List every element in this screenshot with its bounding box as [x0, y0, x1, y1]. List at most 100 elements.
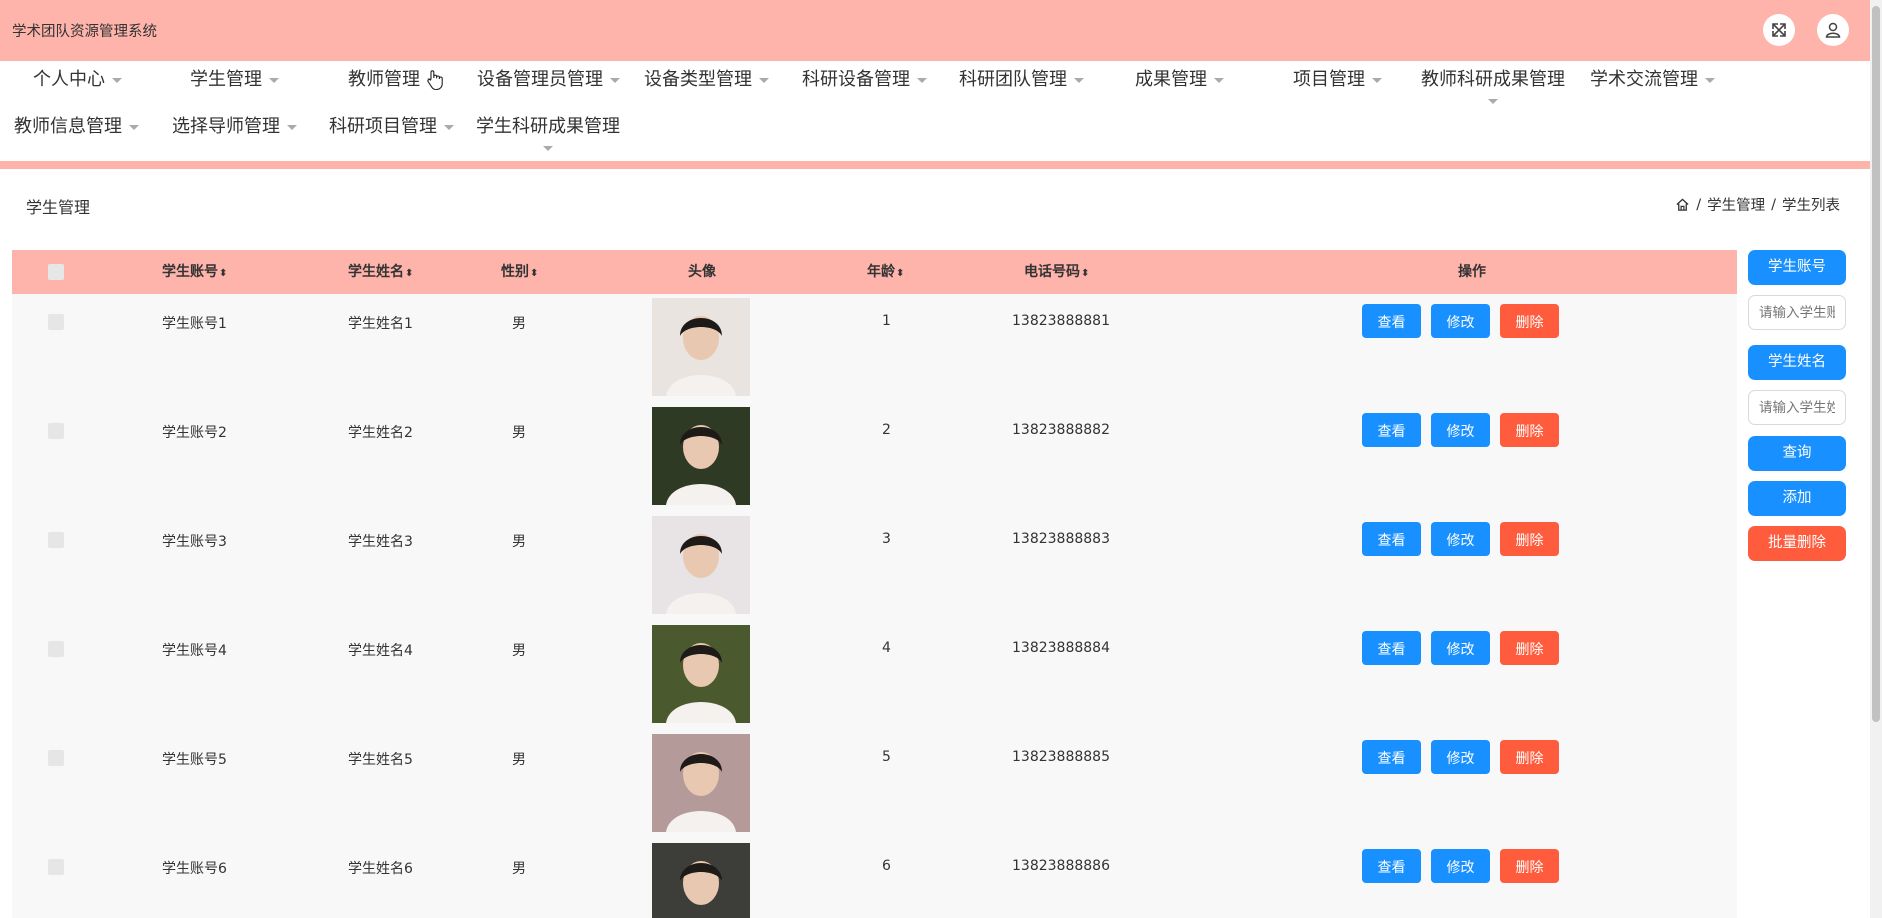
view-button[interactable]: 查看	[1362, 849, 1421, 883]
name-search-input[interactable]	[1748, 390, 1846, 425]
main-nav: 个人中心 学生管理 教师管理 设备管理员管理 设备类型管理 科研设备管理 科研团…	[0, 61, 1870, 161]
view-button[interactable]: 查看	[1362, 413, 1421, 447]
cell-name: 学生姓名4	[348, 643, 413, 659]
edit-button[interactable]: 修改	[1431, 413, 1490, 447]
nav-research-device-mgmt[interactable]: 科研设备管理	[802, 65, 927, 91]
student-avatar[interactable]	[652, 625, 750, 723]
cell-account: 学生账号1	[162, 316, 227, 332]
edit-button[interactable]: 修改	[1431, 631, 1490, 665]
view-button[interactable]: 查看	[1362, 304, 1421, 338]
student-avatar[interactable]	[652, 843, 750, 918]
scrollbar-thumb[interactable]	[1872, 6, 1880, 722]
delete-button[interactable]: 删除	[1500, 740, 1559, 774]
nav-teacher-mgmt[interactable]: 教师管理	[348, 65, 437, 91]
caret-down-icon	[1488, 99, 1498, 104]
row-checkbox[interactable]	[48, 532, 64, 548]
delete-button[interactable]: 删除	[1500, 849, 1559, 883]
cell-phone: 13823888881	[1012, 313, 1110, 329]
edit-button[interactable]: 修改	[1431, 522, 1490, 556]
table-row: 学生账号3 学生姓名3 男 3 13823888883 查看 修改 删除	[12, 512, 1737, 622]
edit-button[interactable]: 修改	[1431, 304, 1490, 338]
nav-academic-exchange-mgmt[interactable]: 学术交流管理	[1590, 65, 1715, 91]
delete-button[interactable]: 删除	[1500, 522, 1559, 556]
batch-delete-button[interactable]: 批量删除	[1748, 526, 1846, 561]
add-button[interactable]: 添加	[1748, 481, 1846, 516]
nav-project-mgmt[interactable]: 项目管理	[1293, 65, 1382, 91]
row-checkbox[interactable]	[48, 423, 64, 439]
caret-down-icon	[759, 77, 769, 83]
cell-age: 5	[882, 749, 891, 765]
row-checkbox[interactable]	[48, 641, 64, 657]
student-avatar[interactable]	[652, 298, 750, 396]
page-title: 学生管理	[26, 198, 91, 217]
row-checkbox[interactable]	[48, 750, 64, 766]
cell-phone: 13823888886	[1012, 858, 1110, 874]
col-header-gender[interactable]: 性别⬍	[501, 250, 538, 294]
nav-device-type-mgmt[interactable]: 设备类型管理	[644, 65, 769, 91]
nav-student-research-achievement-mgmt[interactable]: 学生科研成果管理	[476, 112, 620, 151]
caret-down-icon	[1705, 77, 1715, 83]
cell-name: 学生姓名3	[348, 534, 413, 550]
cell-name: 学生姓名2	[348, 425, 413, 441]
view-button[interactable]: 查看	[1362, 631, 1421, 665]
nav-research-team-mgmt[interactable]: 科研团队管理	[959, 65, 1084, 91]
cell-name: 学生姓名1	[348, 316, 413, 332]
row-checkbox[interactable]	[48, 859, 64, 875]
table-row: 学生账号5 学生姓名5 男 5 13823888885 查看 修改 删除	[12, 730, 1737, 840]
view-button[interactable]: 查看	[1362, 522, 1421, 556]
sort-icon[interactable]: ⬍	[530, 268, 538, 279]
cell-gender: 男	[512, 752, 526, 768]
fullscreen-icon[interactable]	[1763, 14, 1795, 46]
student-avatar[interactable]	[652, 734, 750, 832]
cell-age: 2	[882, 422, 891, 438]
caret-down-icon	[444, 124, 454, 130]
nav-research-project-mgmt[interactable]: 科研项目管理	[329, 112, 454, 138]
account-search-label[interactable]: 学生账号	[1748, 250, 1846, 285]
col-header-account[interactable]: 学生账号⬍	[162, 250, 227, 294]
delete-button[interactable]: 删除	[1500, 631, 1559, 665]
cell-age: 4	[882, 640, 891, 656]
delete-button[interactable]: 删除	[1500, 413, 1559, 447]
top-bar: 学术团队资源管理系统	[0, 0, 1870, 61]
student-avatar[interactable]	[652, 407, 750, 505]
cell-age: 6	[882, 858, 891, 874]
sort-icon[interactable]: ⬍	[1081, 268, 1089, 279]
row-checkbox[interactable]	[48, 314, 64, 330]
cell-account: 学生账号3	[162, 534, 227, 550]
breadcrumb-item[interactable]: 学生管理	[1707, 194, 1765, 215]
cell-gender: 男	[512, 643, 526, 659]
caret-down-icon	[112, 77, 122, 83]
edit-button[interactable]: 修改	[1431, 849, 1490, 883]
breadcrumb: / 学生管理 / 学生列表	[1675, 194, 1840, 215]
account-search-input[interactable]	[1748, 295, 1846, 330]
nav-select-advisor-mgmt[interactable]: 选择导师管理	[172, 112, 297, 138]
name-search-label[interactable]: 学生姓名	[1748, 345, 1846, 380]
user-icon[interactable]	[1817, 14, 1849, 46]
col-header-name[interactable]: 学生姓名⬍	[348, 250, 413, 294]
cell-phone: 13823888882	[1012, 422, 1110, 438]
cell-gender: 男	[512, 425, 526, 441]
edit-button[interactable]: 修改	[1431, 740, 1490, 774]
select-all-checkbox[interactable]	[48, 264, 64, 280]
home-icon[interactable]	[1675, 197, 1690, 212]
col-header-phone[interactable]: 电话号码⬍	[1024, 250, 1089, 294]
nav-teacher-info-mgmt[interactable]: 教师信息管理	[14, 112, 139, 138]
page-scrollbar[interactable]	[1870, 0, 1882, 918]
nav-student-mgmt[interactable]: 学生管理	[190, 65, 279, 91]
nav-personal-center[interactable]: 个人中心	[33, 65, 122, 91]
sort-icon[interactable]: ⬍	[405, 268, 413, 279]
query-button[interactable]: 查询	[1748, 436, 1846, 471]
student-avatar[interactable]	[652, 516, 750, 614]
col-header-age[interactable]: 年龄⬍	[867, 250, 904, 294]
nav-teacher-research-achievement-mgmt[interactable]: 教师科研成果管理	[1421, 65, 1565, 104]
sort-icon[interactable]: ⬍	[896, 268, 904, 279]
view-button[interactable]: 查看	[1362, 740, 1421, 774]
table-row: 学生账号1 学生姓名1 男 1 13823888881 查看 修改 删除	[12, 294, 1737, 404]
caret-down-icon	[1074, 77, 1084, 83]
delete-button[interactable]: 删除	[1500, 304, 1559, 338]
sort-icon[interactable]: ⬍	[219, 268, 227, 279]
caret-down-icon	[917, 77, 927, 83]
cell-phone: 13823888883	[1012, 531, 1110, 547]
nav-device-admin-mgmt[interactable]: 设备管理员管理	[477, 65, 620, 91]
nav-achievement-mgmt[interactable]: 成果管理	[1135, 65, 1224, 91]
